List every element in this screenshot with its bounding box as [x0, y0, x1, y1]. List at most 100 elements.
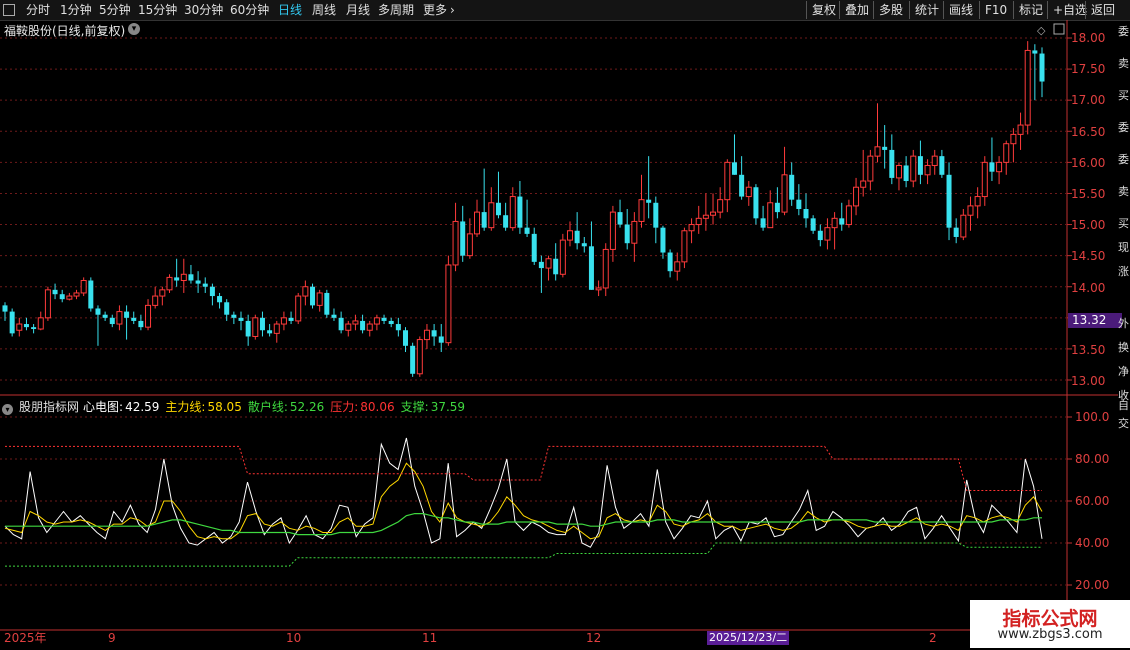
f10-button[interactable]: F10	[979, 1, 1012, 19]
candle-body-up	[853, 186, 860, 207]
restore-rights-button[interactable]: 复权	[806, 1, 841, 19]
candle-body-down	[231, 314, 237, 318]
candle-body-down	[288, 317, 294, 321]
candle-body-down	[617, 212, 623, 225]
candle-body-up	[1024, 49, 1031, 126]
price-tick-label: 16.50	[1071, 125, 1105, 139]
candle-body-down	[653, 202, 659, 228]
candle-body-down	[739, 174, 745, 197]
candle-body-down	[267, 330, 273, 334]
indicator-tick-label: 40.00	[1075, 536, 1109, 550]
overlay-button[interactable]: 叠加	[839, 1, 874, 19]
candle-body-up	[674, 261, 681, 272]
multi-stock-button[interactable]: 多股	[873, 1, 908, 19]
mark-button[interactable]: 标记	[1013, 1, 1048, 19]
quote-panel-char: 委	[1118, 153, 1129, 166]
period-tab-15min[interactable]: 15分钟	[138, 0, 177, 20]
candle-body-down	[245, 320, 251, 337]
candle-body-down	[224, 302, 230, 315]
candle-body-down	[796, 199, 802, 209]
candle-body-up	[831, 217, 838, 229]
price-tick-label: 13.00	[1071, 374, 1105, 388]
period-tab-multi[interactable]: 多周期	[378, 0, 414, 20]
candle-body-up	[845, 205, 852, 226]
candle-body-up	[960, 214, 967, 238]
candle-body-up	[302, 286, 309, 297]
candle-body-up	[466, 233, 473, 257]
candle-body-up	[781, 174, 788, 213]
cursor-date-badge: 2025/12/23/二	[707, 631, 790, 645]
chevron-down-icon[interactable]: ▾	[2, 404, 13, 415]
chevron-down-icon[interactable]: ▾	[128, 23, 140, 35]
candle-body-up	[566, 230, 573, 241]
period-tab-weekly[interactable]: 周线	[312, 0, 336, 20]
candle-body-up	[710, 211, 717, 216]
draw-line-button[interactable]: 画线	[943, 1, 978, 19]
candle-body-up	[702, 214, 709, 219]
candle-body-up	[688, 224, 695, 232]
window-icon[interactable]	[3, 4, 15, 16]
period-tab-1min[interactable]: 1分钟	[60, 0, 92, 20]
candle-body-down	[324, 292, 330, 315]
candle-body-up	[280, 317, 287, 325]
candle-body-down	[331, 314, 337, 318]
candle-body-down	[23, 324, 29, 328]
support-label: 支撑:	[400, 400, 429, 414]
ecg-label: 心电图:	[83, 400, 124, 414]
candle-body-down	[953, 227, 959, 237]
candle-body-down	[102, 314, 108, 318]
diamond-icon: ◇	[1037, 24, 1046, 37]
candle-body-down	[503, 215, 509, 228]
candle-body-up	[545, 258, 552, 269]
indicator-tick-label: 60.00	[1075, 494, 1109, 508]
indicator-name: 股朋指标网	[19, 400, 80, 414]
price-tick-label: 13.50	[1071, 343, 1105, 357]
candle-body-up	[910, 155, 917, 182]
candle-body-down	[2, 305, 8, 312]
period-tab-30min[interactable]: 30分钟	[184, 0, 223, 20]
chevron-right-icon[interactable]: ›	[450, 0, 455, 20]
candle-body-down	[395, 324, 401, 331]
candle-body-up	[595, 287, 602, 291]
statistics-button[interactable]: 统计	[909, 1, 944, 19]
candle-body-down	[238, 317, 244, 321]
candle-body-down	[495, 202, 501, 216]
candle-body-up	[860, 180, 867, 188]
period-tab-fenshi[interactable]: 分时	[26, 0, 50, 20]
quote-panel-char: 交	[1118, 417, 1129, 430]
period-tab-monthly[interactable]: 月线	[346, 0, 370, 20]
candle-body-up	[638, 199, 645, 222]
chart-area[interactable]: 18.00 17.50 17.00 16.50 16.00 15.50 15.0…	[0, 0, 1130, 650]
candle-body-up	[867, 155, 874, 182]
candle-body-up	[681, 230, 688, 263]
candle-body-down	[52, 289, 58, 295]
candle-body-down	[538, 261, 544, 269]
back-button[interactable]: 返回	[1085, 1, 1120, 19]
period-tab-daily[interactable]: 日线	[278, 0, 302, 20]
candle-body-up	[824, 227, 831, 241]
period-tab-60min[interactable]: 60分钟	[230, 0, 269, 20]
quote-panel-char: 委	[1118, 121, 1129, 134]
candle-body-up	[352, 320, 359, 325]
candle-body-down	[174, 277, 180, 281]
resistance-label: 压力:	[330, 400, 359, 414]
period-tab-more[interactable]: 更多	[423, 0, 447, 20]
candle-body-down	[889, 149, 895, 178]
candle-body-down	[310, 286, 316, 306]
candle-body-down	[95, 308, 101, 315]
candle-body-up	[345, 323, 352, 331]
candle-body-down	[646, 199, 652, 203]
candle-body-down	[917, 156, 923, 175]
support-line	[5, 542, 1042, 567]
main-line	[4, 462, 1043, 540]
candle-body-down	[209, 286, 215, 297]
quote-panel-char: 外	[1118, 317, 1129, 330]
candle-body-up	[474, 211, 481, 235]
candle-body-down	[109, 317, 115, 325]
candle-body-down	[131, 317, 137, 321]
quote-panel-strip[interactable]: 委 卖 买 委 委 卖 买 现 涨 外 换 净 收 自 交	[1118, 20, 1130, 630]
candle-body-down	[882, 146, 888, 150]
candle-body-down	[438, 336, 444, 343]
candle-body-down	[660, 227, 666, 253]
period-tab-5min[interactable]: 5分钟	[99, 0, 131, 20]
